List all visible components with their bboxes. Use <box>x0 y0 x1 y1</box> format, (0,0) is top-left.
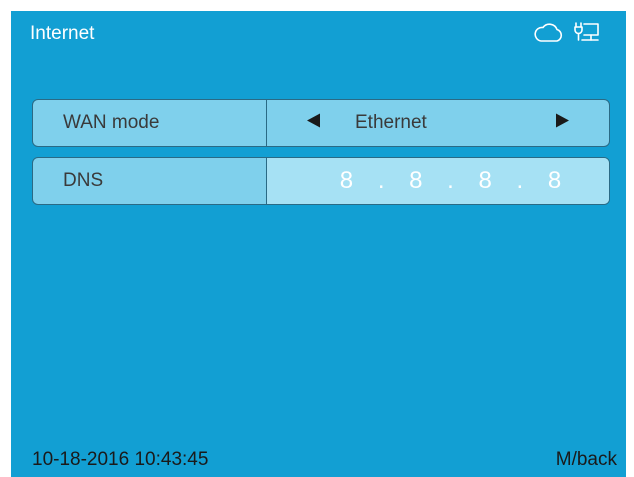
status-icons <box>534 21 600 48</box>
device-screen: Internet WAN mode Ethernet DNS 8 . 8 . 8… <box>11 11 626 477</box>
arrow-left-icon[interactable] <box>307 113 321 133</box>
wan-mode-label: WAN mode <box>63 112 160 133</box>
back-button[interactable]: M/back <box>556 449 617 471</box>
arrow-right-icon[interactable] <box>555 113 569 133</box>
cloud-icon <box>534 21 564 48</box>
dns-row[interactable]: DNS 8 . 8 . 8 . 8 <box>32 157 610 205</box>
wan-mode-value: Ethernet <box>355 112 427 133</box>
ethernet-plug-icon <box>574 21 600 48</box>
dns-input[interactable]: 8 . 8 . 8 . 8 <box>267 158 609 204</box>
wan-mode-row[interactable]: WAN mode Ethernet <box>32 99 610 147</box>
wan-mode-selector[interactable]: Ethernet <box>267 100 609 146</box>
dns-label: DNS <box>63 170 104 191</box>
page-title: Internet <box>30 23 95 44</box>
datetime: 10-18-2016 10:43:45 <box>32 449 209 470</box>
